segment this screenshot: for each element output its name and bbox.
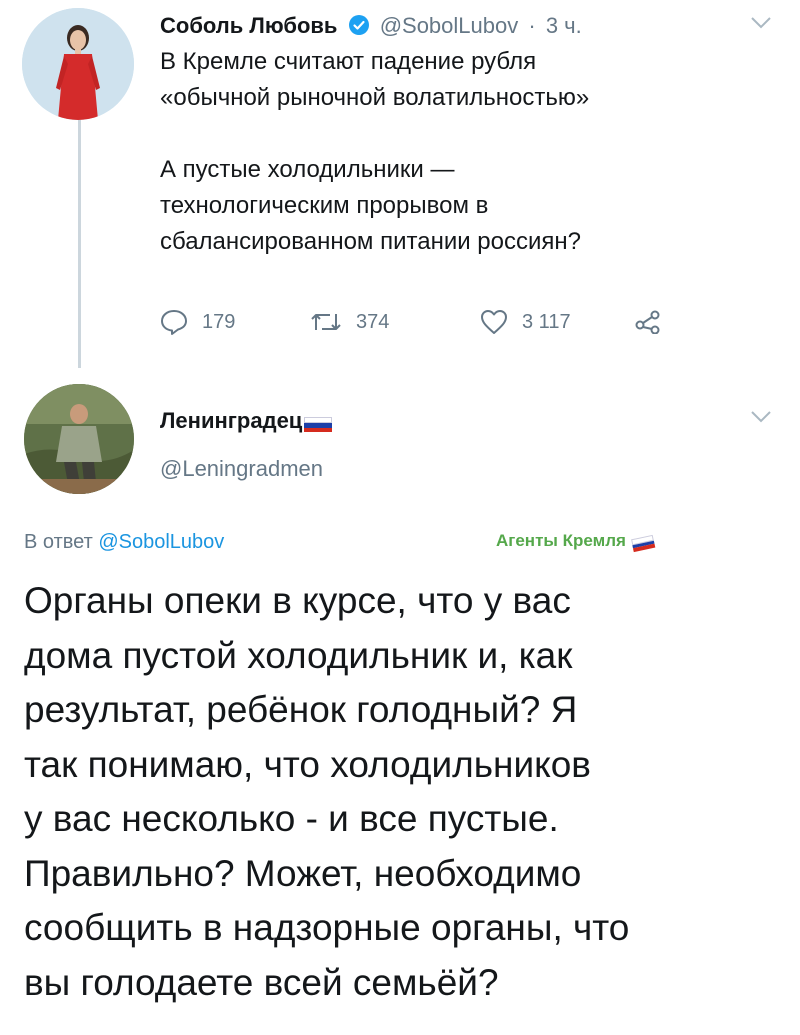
tweet-text-line: результат, ребёнок голодный? Я: [24, 689, 578, 730]
chevron-down-icon[interactable]: [750, 16, 772, 30]
author-handle[interactable]: @Leningradmen: [160, 452, 323, 486]
share-icon: [635, 310, 660, 334]
author-name[interactable]: Ленинградец: [160, 404, 333, 438]
like-count: 3 117: [522, 310, 571, 333]
tweet-text-line: так понимаю, что холодильников: [24, 743, 591, 785]
author-name-text: Ленинградец: [160, 408, 303, 433]
russia-flag-icon: [631, 534, 656, 553]
tweet-text-line: Органы опеки в курсе, что у вас: [24, 580, 571, 621]
avatar[interactable]: [22, 8, 134, 120]
retweet-icon: [311, 314, 341, 330]
tweet-text-line: сбалансированном питании россиян?: [160, 228, 582, 255]
retweet-count: 374: [356, 310, 390, 333]
author-photo: [22, 8, 134, 120]
tweet-text-line: вы голодаете всей семьёй?: [24, 961, 499, 1003]
agent-label-badge: Агенты Кремля: [496, 528, 656, 554]
reply-handle-link[interactable]: @SobolLubov: [98, 531, 224, 553]
reply-prefix: В ответ: [24, 531, 93, 553]
tweet2-text: Органы опеки в курсе, что у вас дома пус…: [24, 574, 794, 1010]
like-button[interactable]: 3 117: [480, 304, 571, 340]
thread-connector-line: [78, 118, 81, 368]
author-photo: [24, 384, 134, 494]
tweet-text-line: «обычной рыночной волатильностью»: [160, 84, 590, 111]
separator-dot: ·: [528, 13, 536, 38]
tweet-actions: 179 374 3 117: [160, 304, 720, 340]
retweet-button[interactable]: 374: [310, 304, 389, 340]
tweet-text-line: Правильно? Может, необходимо: [24, 852, 582, 894]
tweet-text-line: дома пустой холодильник и, как: [24, 634, 573, 676]
verified-badge-icon: [348, 11, 370, 47]
tweet-text-line: В Кремле считают падение рубля: [160, 48, 537, 75]
tweet-text-line: сообщить в надзорные органы, что: [24, 907, 630, 948]
author-name[interactable]: Соболь Любовь: [160, 13, 337, 38]
author-handle[interactable]: @SobolLubov: [380, 13, 519, 38]
reply-button[interactable]: 179: [160, 304, 235, 340]
reply-context: В ответ @SobolLubov: [24, 527, 224, 557]
tweet-timestamp[interactable]: 3 ч.: [546, 13, 582, 38]
comment-bubble-icon: [161, 310, 187, 335]
tweet1-header: Соболь Любовь @SobolLubov · 3 ч.: [160, 8, 780, 44]
russia-flag-icon: [304, 417, 333, 432]
badge-text: Агенты Кремля: [496, 531, 626, 550]
share-button[interactable]: [635, 304, 675, 340]
tweet1-text: В Кремле считают падение рубля «обычной …: [160, 44, 760, 260]
tweet-text-line: у вас несколько - и все пустые.: [24, 798, 559, 839]
tweet-text-line: А пустые холодильники —: [160, 156, 455, 183]
heart-icon: [481, 310, 507, 334]
avatar[interactable]: [24, 384, 134, 494]
chevron-down-icon[interactable]: [750, 410, 772, 424]
tweet-text-line: технологическим прорывом в: [160, 192, 489, 219]
reply-count: 179: [202, 310, 236, 333]
